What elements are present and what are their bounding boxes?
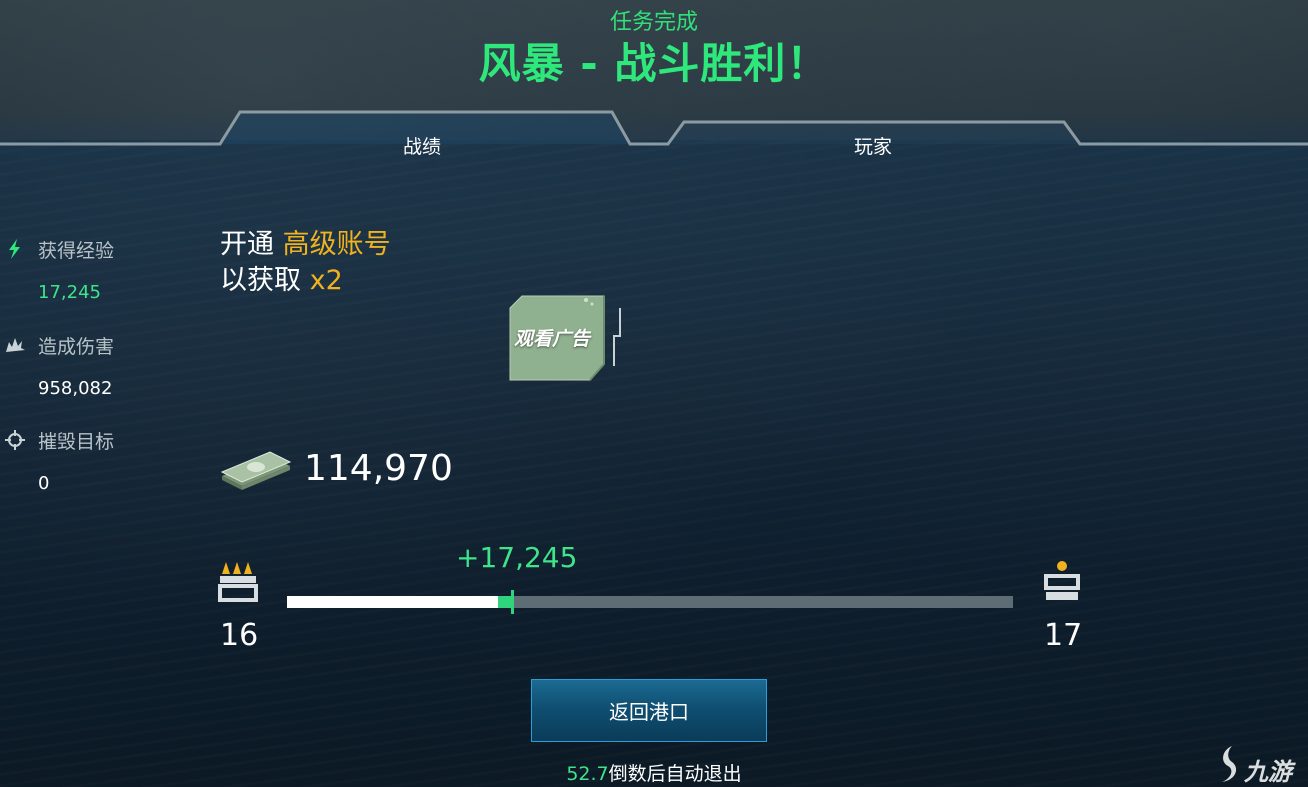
cash-stack-icon [218, 450, 292, 496]
countdown-seconds: 52.7 [566, 763, 609, 785]
watermark-text: 九游 [1244, 758, 1292, 786]
return-to-port-label: 返回港口 [609, 700, 689, 724]
countdown-text: 倒数后自动退出 [608, 763, 742, 785]
lightning-icon [4, 238, 26, 260]
tab-stats[interactable]: 战绩 [403, 132, 441, 159]
watermark-logo-icon [1222, 746, 1237, 782]
watch-ad-button[interactable]: 观看广告 [508, 294, 630, 382]
promo-prefix: 开通 [220, 229, 283, 260]
tab-bar: 战绩 玩家 [0, 108, 1308, 158]
stat-damage-label: 造成伤害 [38, 336, 115, 358]
stat-kills-label: 摧毁目标 [38, 431, 115, 453]
promo-prefix-2: 以获取 [220, 265, 310, 296]
return-to-port-button[interactable]: 返回港口 [531, 679, 767, 742]
multiplier-label: x2 [309, 265, 343, 296]
premium-promo-line2: 以获取 x2 [220, 258, 343, 297]
tab-players[interactable]: 玩家 [854, 132, 892, 159]
xp-progress-bar [287, 590, 1013, 614]
next-rank: 17 [1044, 618, 1083, 653]
current-rank: 16 [220, 618, 259, 653]
rank-17-insignia-icon [1042, 558, 1082, 608]
watch-ad-label: 观看广告 [514, 328, 591, 350]
crosshair-icon [4, 429, 26, 451]
explosion-icon [4, 334, 26, 356]
stat-kills-value: 0 [38, 473, 50, 494]
site-watermark: 九游 [1218, 742, 1308, 786]
stat-experience-label: 获得经验 [38, 240, 115, 262]
xp-gain-label: +17,245 [456, 541, 578, 574]
premium-account-link[interactable]: 高级账号 [283, 229, 391, 260]
battle-result-title: 风暴 - 战斗胜利！ [478, 39, 830, 88]
xp-progress-previous [287, 596, 498, 608]
xp-progress-gain [497, 596, 513, 608]
cash-reward-value: 114,970 [304, 448, 453, 489]
auto-exit-countdown: 52.7倒数后自动退出 [0, 759, 1308, 786]
xp-progress-marker [511, 590, 515, 614]
stat-experience-value: 17,245 [38, 282, 101, 303]
rank-16-insignia-icon [218, 560, 258, 606]
stat-damage-value: 958,082 [38, 378, 113, 399]
tab-bar-outline [0, 110, 1308, 146]
premium-promo-line1: 开通 高级账号 [220, 222, 391, 261]
